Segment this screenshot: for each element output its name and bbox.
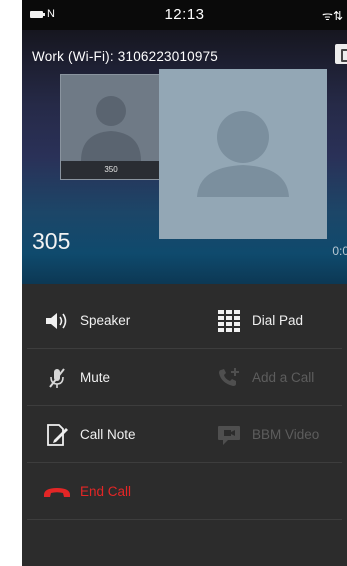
mute-label: Mute xyxy=(80,370,111,385)
contact-picture-small[interactable]: 350 xyxy=(60,74,162,180)
action-row: Call Note BBM Video xyxy=(22,406,347,463)
speaker-label: Speaker xyxy=(80,313,131,328)
bbm-video-button[interactable]: BBM Video xyxy=(194,406,347,463)
mute-button[interactable]: Mute xyxy=(22,349,187,406)
action-row: End Call xyxy=(22,463,347,520)
hang-up-icon xyxy=(42,480,72,504)
speaker-icon xyxy=(42,309,72,333)
call-note-button[interactable]: Call Note xyxy=(22,406,187,463)
action-row: Speaker Dial Pad xyxy=(22,292,347,349)
bbm-video-label: BBM Video xyxy=(252,427,320,442)
mute-microphone-icon xyxy=(42,366,72,390)
caller-number: 305 xyxy=(32,228,71,254)
add-call-button[interactable]: Add a Call xyxy=(194,349,347,406)
keypad-icon xyxy=(214,309,244,333)
person-silhouette-icon xyxy=(81,96,141,161)
call-timer: 0:0 xyxy=(332,244,347,258)
dial-pad-button[interactable]: Dial Pad xyxy=(194,292,347,349)
end-call-label: End Call xyxy=(80,484,132,499)
line-label: Work (Wi-Fi): 3106223010975 xyxy=(32,49,218,64)
note-edit-icon xyxy=(42,423,72,447)
dial-pad-label: Dial Pad xyxy=(252,313,304,328)
speaker-button[interactable]: Speaker xyxy=(22,292,187,349)
end-call-button[interactable]: End Call xyxy=(22,463,187,520)
video-chat-icon xyxy=(214,423,244,447)
action-row: Mute Add a Call xyxy=(22,349,347,406)
call-header: Work (Wi-Fi): 3106223010975 350 305 0:0 xyxy=(22,30,347,284)
add-call-icon xyxy=(214,366,244,390)
status-bar: N 12:13 ᯤ⇅ xyxy=(22,0,347,30)
call-note-label: Call Note xyxy=(80,427,136,442)
note-icon[interactable] xyxy=(335,44,347,64)
person-silhouette-icon xyxy=(197,111,289,197)
call-actions: Speaker Dial Pad Mute Add a Call Call No… xyxy=(22,292,347,520)
contact-picture-large xyxy=(159,69,327,239)
contact-small-label: 350 xyxy=(61,161,161,179)
add-call-label: Add a Call xyxy=(252,370,315,385)
clock: 12:13 xyxy=(164,6,205,23)
phone-screen: N 12:13 ᯤ⇅ Work (Wi-Fi): 3106223010975 3… xyxy=(22,0,347,566)
signal-icon: ᯤ⇅ xyxy=(321,9,343,23)
